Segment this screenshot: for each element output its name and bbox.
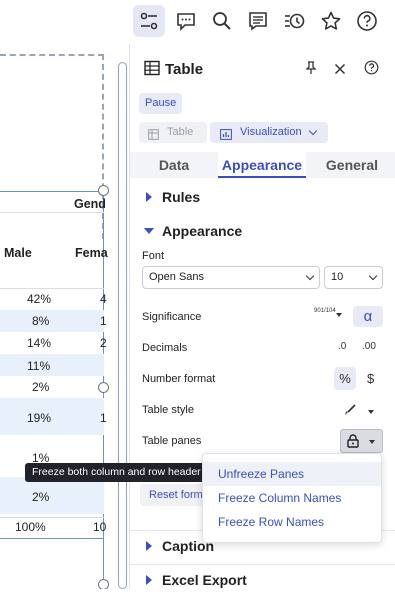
percent-format-button[interactable]: % xyxy=(334,367,356,390)
font-select-value: Open Sans xyxy=(149,271,205,283)
panel-title: Table xyxy=(165,61,204,78)
type-table-label: Table xyxy=(167,126,194,138)
cell-male: 19% xyxy=(27,411,52,425)
type-visualization-label: Visualization xyxy=(240,126,302,138)
chevron-right-icon xyxy=(146,541,152,551)
pin-icon[interactable] xyxy=(304,61,318,80)
tab-appearance[interactable]: Appearance xyxy=(218,152,306,178)
brush-icon[interactable] xyxy=(343,403,357,422)
tab-bar: Data Appearance General xyxy=(130,152,395,178)
canvas-scrollbar[interactable] xyxy=(118,62,127,589)
cell-female: 2 xyxy=(100,336,107,350)
star-icon[interactable] xyxy=(315,5,347,37)
resize-handle[interactable] xyxy=(98,185,109,196)
help-icon[interactable] xyxy=(351,5,383,37)
font-label: Font xyxy=(142,250,165,262)
significance-icon[interactable]: 901/104 xyxy=(314,308,336,315)
table-style-dropdown[interactable] xyxy=(368,405,374,417)
tooltip: Freeze both column and row header xyxy=(25,463,208,482)
cell-male: 42% xyxy=(27,292,52,306)
reset-form-label: Reset form xyxy=(149,489,203,501)
search-icon[interactable] xyxy=(206,5,238,37)
table-style-label: Table style xyxy=(142,404,194,416)
table-icon xyxy=(144,60,160,81)
type-table-button[interactable]: Table xyxy=(139,122,207,143)
cell-male: 2% xyxy=(32,490,50,504)
significance-dropdown[interactable] xyxy=(336,308,342,320)
top-toolbar xyxy=(0,0,395,44)
help-icon[interactable] xyxy=(364,60,379,80)
cell-female: 1 xyxy=(100,411,107,425)
number-format-label: Number format xyxy=(142,373,216,385)
cell-female: 4 xyxy=(100,292,107,306)
table-panes-label: Table panes xyxy=(142,435,202,447)
table-icon xyxy=(148,127,159,148)
chevron-down-icon xyxy=(144,228,154,234)
table-panes-button[interactable] xyxy=(340,429,383,453)
section-rules[interactable]: Rules xyxy=(130,182,395,212)
cell-male: 2% xyxy=(32,380,50,394)
tab-general[interactable]: General xyxy=(314,152,390,178)
section-excel-export[interactable]: Excel Export xyxy=(130,564,395,594)
menu-item-freeze-column-names[interactable]: Freeze Column Names xyxy=(203,486,381,510)
caret-down-icon xyxy=(369,440,375,444)
caret-down-icon xyxy=(368,410,374,414)
settings-sliders-icon[interactable] xyxy=(133,5,165,37)
group-header: Gend xyxy=(74,197,106,211)
section-appearance[interactable]: Appearance xyxy=(130,216,395,246)
cell-female: 1 xyxy=(100,314,107,328)
cell-male: 14% xyxy=(27,336,52,350)
cell-male: 11% xyxy=(27,359,51,373)
report-canvas: Gend Male Fema 42% 4 8% 1 14% 2 11% 2% 1… xyxy=(0,44,118,589)
font-size-select[interactable]: 10 xyxy=(324,266,383,289)
column-header-female: Fema xyxy=(75,246,108,260)
resize-handle[interactable] xyxy=(98,579,109,589)
pause-button[interactable]: Pause xyxy=(139,93,183,114)
font-select[interactable]: Open Sans xyxy=(142,266,320,289)
lock-icon xyxy=(347,434,359,453)
decimals-label: Decimals xyxy=(142,342,188,354)
increase-decimals-button[interactable]: .00 xyxy=(362,341,376,352)
chevron-down-icon xyxy=(305,271,315,281)
type-visualization-button[interactable]: Visualization xyxy=(210,122,328,143)
chevron-right-icon xyxy=(146,192,152,202)
decrease-decimals-button[interactable]: .0 xyxy=(338,341,346,352)
cell-male: 8% xyxy=(32,314,50,328)
caret-down-icon xyxy=(336,313,342,317)
chevron-down-icon xyxy=(308,126,318,136)
column-header-male: Male xyxy=(4,246,32,260)
section-excel-export-label: Excel Export xyxy=(162,572,247,588)
font-size-value: 10 xyxy=(331,271,344,283)
history-icon[interactable] xyxy=(278,5,310,37)
currency-format-button[interactable]: $ xyxy=(367,371,374,386)
significance-label: Significance xyxy=(142,311,202,323)
menu-item-unfreeze-panes[interactable]: Unfreeze Panes xyxy=(203,462,381,486)
menu-item-freeze-row-names[interactable]: Freeze Row Names xyxy=(203,510,381,534)
cell-male: 100% xyxy=(15,520,46,534)
close-icon[interactable] xyxy=(334,62,346,80)
section-rules-label: Rules xyxy=(162,189,201,205)
cell-female: 10 xyxy=(93,520,107,534)
comment-icon[interactable] xyxy=(170,5,202,37)
notes-icon[interactable] xyxy=(242,5,274,37)
chevron-right-icon xyxy=(146,575,152,585)
table-panes-menu: Unfreeze Panes Freeze Column Names Freez… xyxy=(202,453,382,543)
chart-icon xyxy=(220,127,232,148)
section-appearance-label: Appearance xyxy=(162,223,243,239)
chevron-down-icon xyxy=(368,271,378,281)
alpha-button[interactable]: α xyxy=(353,306,383,327)
resize-handle[interactable] xyxy=(98,382,109,393)
tab-data[interactable]: Data xyxy=(138,152,210,178)
